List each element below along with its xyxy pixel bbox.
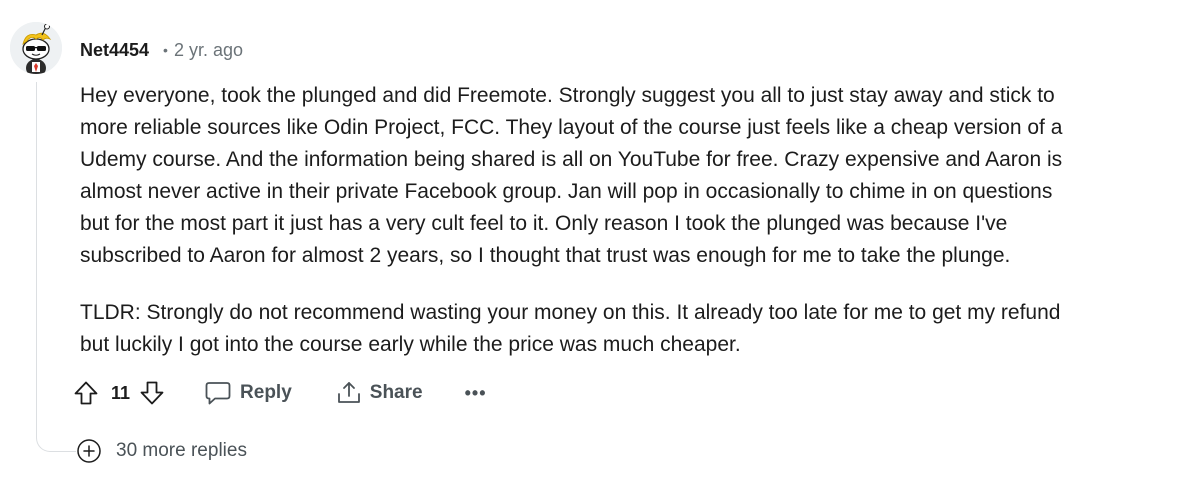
meta-separator: • bbox=[163, 42, 168, 58]
timestamp[interactable]: 2 yr. ago bbox=[174, 40, 243, 61]
speech-bubble-icon bbox=[205, 382, 231, 405]
downvote-button[interactable] bbox=[138, 379, 166, 407]
comment-paragraph: Hey everyone, took the plunged and did F… bbox=[80, 84, 1063, 267]
plus-circle-icon bbox=[77, 439, 101, 463]
avatar[interactable] bbox=[10, 22, 62, 74]
username-link[interactable]: Net4454 bbox=[80, 40, 149, 61]
comment-body: Hey everyone, took the plunged and did F… bbox=[80, 80, 1180, 361]
more-options-button[interactable]: ••• bbox=[465, 383, 487, 404]
share-label: Share bbox=[369, 382, 423, 403]
reply-label: Reply bbox=[240, 382, 292, 403]
arrow-down-outline-icon bbox=[140, 381, 164, 405]
more-replies-button[interactable]: 30 more replies bbox=[76, 437, 247, 465]
arrow-up-outline-icon bbox=[74, 381, 98, 405]
comment-paragraph: TLDR: Strongly do not recommend wasting … bbox=[80, 301, 1061, 356]
comment-action-bar: 11 Reply Share ••• bbox=[72, 374, 487, 412]
reply-button[interactable]: Reply bbox=[204, 380, 292, 406]
snoo-avatar-icon bbox=[10, 22, 62, 74]
more-replies-label: 30 more replies bbox=[116, 440, 247, 461]
share-upload-icon bbox=[337, 382, 360, 403]
comment-meta: Net4454 • 2 yr. ago bbox=[80, 38, 243, 62]
vote-score: 11 bbox=[111, 382, 131, 403]
share-button[interactable]: Share bbox=[336, 380, 423, 406]
upvote-button[interactable] bbox=[72, 379, 100, 407]
